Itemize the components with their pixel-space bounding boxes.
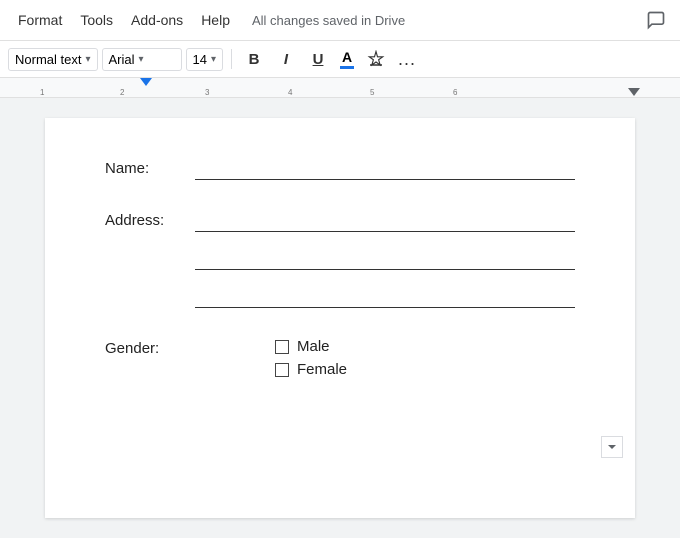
font-chevron-icon: ▾ [139, 54, 144, 65]
menu-format[interactable]: Format [10, 8, 70, 32]
menu-bar-right [642, 6, 670, 34]
ruler-inner: 1 2 3 4 5 6 [10, 78, 670, 97]
menu-bar: Format Tools Add-ons Help All changes sa… [0, 0, 680, 41]
menu-addons[interactable]: Add-ons [123, 8, 191, 32]
font-color-bar [340, 66, 354, 69]
document-page: Name: Address: Gender: [45, 118, 635, 518]
document-area: Name: Address: Gender: [0, 98, 680, 538]
male-checkbox[interactable] [275, 340, 289, 354]
font-label: Arial [109, 52, 135, 67]
font-color-letter: A [342, 50, 352, 64]
male-option[interactable]: Male [275, 338, 575, 355]
bold-button[interactable]: B [240, 45, 268, 73]
female-option[interactable]: Female [275, 361, 575, 378]
ruler-mark-5: 5 [370, 88, 374, 97]
highlight-button[interactable] [362, 45, 390, 73]
toolbar-divider-1 [231, 49, 232, 69]
menu-help[interactable]: Help [193, 8, 238, 32]
ruler-tab-down [628, 88, 640, 96]
font-size-select[interactable]: 14 ▾ [186, 48, 224, 71]
underline-button[interactable]: U [304, 45, 332, 73]
address-label: Address: [105, 210, 195, 229]
style-select[interactable]: Normal text ▾ [8, 48, 98, 71]
save-status: All changes saved in Drive [252, 13, 405, 28]
ruler-mark-1: 1 [40, 88, 44, 97]
font-size-label: 14 [193, 52, 207, 67]
toolbar: Normal text ▾ Arial ▾ 14 ▾ B I U A ... [0, 41, 680, 78]
app-container: Format Tools Add-ons Help All changes sa… [0, 0, 680, 538]
address-line-1[interactable] [195, 210, 575, 232]
style-chevron-icon: ▾ [85, 54, 90, 65]
gender-options-container: Male Female [195, 338, 575, 378]
name-row: Name: [105, 158, 575, 180]
font-select[interactable]: Arial ▾ [102, 48, 182, 71]
female-checkbox[interactable] [275, 363, 289, 377]
female-label: Female [297, 361, 347, 378]
ruler-mark-3: 3 [205, 88, 209, 97]
font-color-button[interactable]: A [336, 48, 358, 71]
address-field-area [195, 210, 575, 308]
dropdown-corner-button[interactable] [601, 436, 623, 458]
address-line-3[interactable] [195, 286, 575, 308]
name-field-area [195, 158, 575, 180]
ruler-mark-6: 6 [453, 88, 457, 97]
italic-button[interactable]: I [272, 45, 300, 73]
ruler-tab-left [140, 78, 152, 86]
ruler-mark-2: 2 [120, 88, 124, 97]
more-options-button[interactable]: ... [394, 47, 420, 72]
address-row: Address: [105, 210, 575, 308]
comment-icon[interactable] [642, 6, 670, 34]
male-label: Male [297, 338, 330, 355]
address-line-2[interactable] [195, 248, 575, 270]
gender-label: Gender: [105, 338, 195, 357]
style-label: Normal text [15, 52, 81, 67]
font-size-chevron-icon: ▾ [211, 54, 216, 65]
name-label: Name: [105, 158, 195, 177]
name-line[interactable] [195, 158, 575, 180]
ruler-mark-4: 4 [288, 88, 292, 97]
gender-row: Gender: Male Female [105, 338, 575, 378]
menu-tools[interactable]: Tools [72, 8, 121, 32]
ruler: 1 2 3 4 5 6 [0, 78, 680, 98]
gender-options: Male Female [275, 338, 575, 378]
